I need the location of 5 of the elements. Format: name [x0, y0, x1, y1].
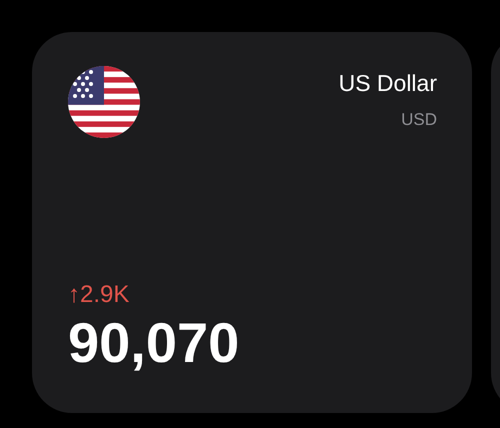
- amount-value: 90,070: [68, 311, 240, 375]
- change-value: ↑2.9K: [68, 281, 130, 309]
- currency-name: US Dollar: [338, 70, 437, 96]
- currency-card[interactable]: US Dollar USD ↑2.9K 90,070: [32, 32, 472, 413]
- currency-code: USD: [401, 110, 437, 130]
